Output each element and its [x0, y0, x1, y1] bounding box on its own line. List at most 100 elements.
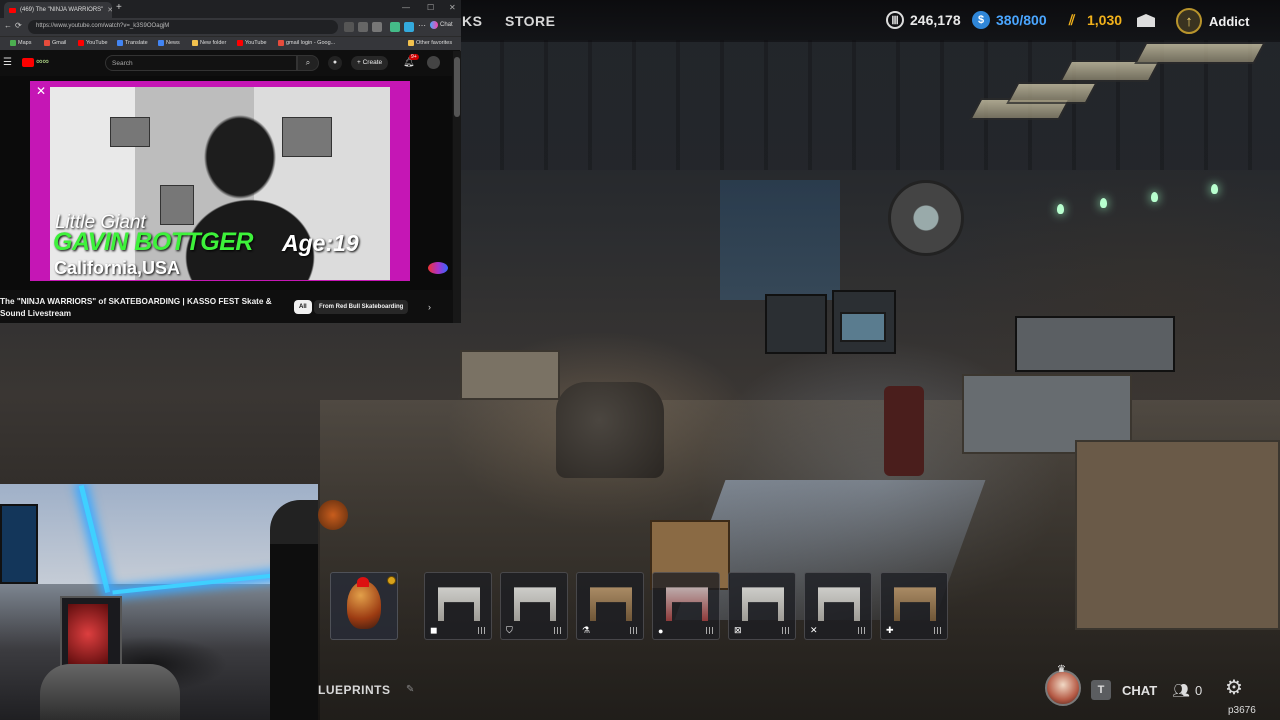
microphone-icon[interactable]: ●	[328, 56, 342, 70]
gear-icon[interactable]: ⚙	[1225, 678, 1245, 698]
overlay-name: GAVIN BOTTGER	[53, 228, 253, 256]
category-icon: ⚗	[582, 625, 591, 635]
tab-perks[interactable]: KS	[462, 13, 482, 29]
rank-up-icon[interactable]: ↑	[1176, 8, 1202, 34]
bookmark-item[interactable]: Gmail	[44, 40, 66, 46]
bookmark-item[interactable]: Other favorites	[408, 40, 452, 46]
refresh-icon[interactable]: ⟳	[15, 21, 22, 30]
video-title: The "NINJA WARRIORS" of SKATEBOARDING | …	[0, 297, 272, 318]
friends-icon[interactable]: 👥︎	[1172, 682, 1190, 699]
player-avatar[interactable]	[1045, 670, 1081, 706]
skylight	[1134, 42, 1266, 64]
channel-watermark	[428, 262, 448, 274]
rank-label[interactable]: Addict	[1209, 14, 1249, 29]
bookmark-label: Translate	[125, 40, 148, 46]
youtube-icon	[237, 40, 243, 46]
stack-icon	[478, 627, 485, 634]
streamer	[270, 500, 318, 720]
create-button[interactable]: + Create	[351, 56, 389, 70]
category-icon: ⛉	[506, 625, 513, 635]
menu-icon[interactable]: ☰	[3, 57, 12, 68]
more-icon[interactable]: ⋯	[418, 21, 426, 30]
stack-icon	[782, 627, 789, 634]
mail-icon[interactable]	[1137, 14, 1155, 27]
gold-counter[interactable]: ⫽ 1,030	[1063, 11, 1122, 29]
hotbar-slot-workbench-5[interactable]: ⊠	[728, 572, 796, 640]
category-icon: ✕	[810, 625, 818, 635]
tab-store[interactable]: STORE	[505, 13, 555, 29]
create-label: Create	[362, 59, 383, 66]
minimize-icon[interactable]: —	[402, 3, 410, 12]
coins-counter[interactable]: Ⅲ 246,178	[886, 11, 961, 29]
rooster-icon	[347, 581, 381, 629]
back-icon[interactable]: ←	[4, 21, 12, 30]
wall-poster	[160, 185, 194, 225]
monitor	[0, 504, 38, 584]
token-counter[interactable]: $ 380/800	[972, 11, 1047, 29]
hotbar-slot-workbench-3[interactable]: ⚗	[576, 572, 644, 640]
favorite-star-icon[interactable]	[358, 22, 368, 32]
bookmark-item[interactable]: News	[158, 40, 180, 46]
extension-icon[interactable]	[372, 22, 382, 32]
copilot-chat-button[interactable]: Chat	[430, 21, 453, 29]
bookmark-item[interactable]: Maps	[10, 40, 31, 46]
tab-title: (469) The "NINJA WARRIORS"	[20, 7, 104, 13]
chip-all[interactable]: All	[294, 300, 312, 314]
news-icon	[158, 40, 164, 46]
browser-tab[interactable]: (469) The "NINJA WARRIORS" ✕	[4, 2, 112, 18]
address-bar[interactable]: https://www.youtube.com/watch?v=_k3S9OOa…	[28, 20, 338, 34]
tab-close-icon[interactable]: ✕	[107, 6, 112, 14]
hotbar-slot-workbench-7[interactable]: ✚	[880, 572, 948, 640]
chat-button[interactable]: CHAT	[1122, 683, 1157, 698]
bookmark-item[interactable]: Translate	[117, 40, 148, 46]
wooden-crate	[1075, 440, 1280, 630]
friends-count: 0	[1195, 683, 1203, 698]
page-scrollbar[interactable]	[453, 51, 461, 323]
machine-screen	[840, 312, 886, 342]
bookmark-item[interactable]: YouTube	[237, 40, 267, 46]
rooster-figurine	[318, 500, 348, 530]
workbench-icon	[666, 587, 708, 621]
coins-value: 246,178	[910, 12, 961, 28]
bookmark-item[interactable]: New folder	[192, 40, 226, 46]
stack-icon	[706, 627, 713, 634]
maximize-icon[interactable]: ☐	[427, 3, 434, 12]
bookmark-label: News	[166, 40, 180, 46]
skylight	[1006, 82, 1098, 104]
new-tab-icon[interactable]: +	[116, 2, 122, 13]
extension-icon[interactable]	[390, 22, 400, 32]
youtube-header: ☰ ∞∞ Search ⌕ ● + Create 🔔︎ 9+	[0, 51, 452, 75]
bookmark-item[interactable]: gmail login - Goog...	[278, 40, 335, 46]
gold-value: 1,030	[1087, 12, 1123, 28]
notification-badge: 9+	[409, 54, 419, 60]
bookmark-item[interactable]: YouTube	[78, 40, 108, 46]
youtube-doodle-icon: ∞∞	[36, 56, 49, 66]
chip-red-bull[interactable]: From Red Bull Skateboarding	[314, 300, 409, 314]
search-input[interactable]: Search	[105, 55, 297, 71]
crown-icon: ♛	[1057, 664, 1066, 675]
rooster-comb	[357, 577, 369, 587]
red-chair	[884, 386, 924, 476]
desk	[460, 350, 560, 400]
window-close-icon[interactable]: ✕	[449, 3, 456, 12]
hotbar-slot-workbench-6[interactable]: ✕	[804, 572, 872, 640]
scroll-thumb[interactable]	[454, 57, 460, 117]
hotbar-slot-workbench-4[interactable]: ●	[652, 572, 720, 640]
chevron-right-icon[interactable]: ›	[428, 302, 431, 312]
extension-icon[interactable]	[344, 22, 354, 32]
miniplayer-close-icon[interactable]: ✕	[36, 84, 46, 98]
stack-icon	[630, 627, 637, 634]
search-icon[interactable]: ⌕	[297, 55, 319, 71]
hotbar-slot-workbench-2[interactable]: ⛉	[500, 572, 568, 640]
extension-icon[interactable]	[404, 22, 414, 32]
hotbar-slot-workbench-1[interactable]: ◼	[424, 572, 492, 640]
mouse-cursor-icon: ✎	[406, 684, 415, 695]
youtube-icon	[78, 40, 84, 46]
account-avatar[interactable]	[427, 56, 440, 69]
blueprints-tab[interactable]: LUEPRINTS	[318, 683, 391, 697]
category-icon: ●	[658, 626, 664, 636]
youtube-logo-icon[interactable]	[22, 58, 34, 67]
chat-key-hint: T	[1091, 680, 1111, 700]
category-icon: ✚	[886, 625, 894, 635]
hotbar-slot-rooster[interactable]	[330, 572, 398, 640]
